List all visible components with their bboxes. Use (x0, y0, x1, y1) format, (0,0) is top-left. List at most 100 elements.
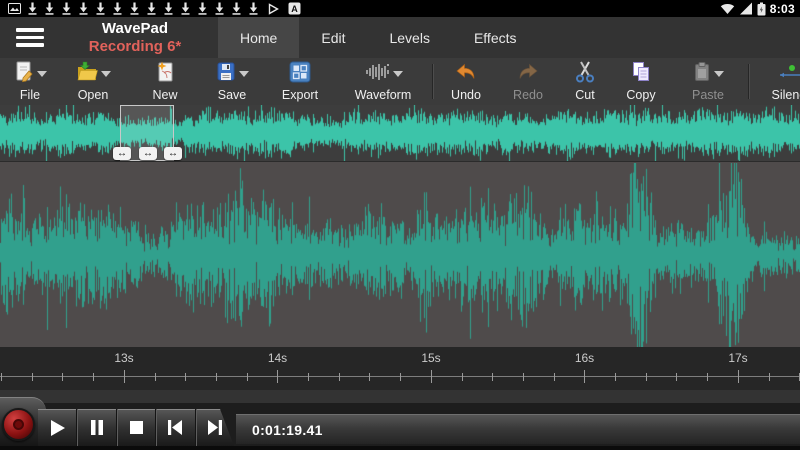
ruler-minor-tick (554, 373, 555, 381)
chevron-down-icon (101, 71, 111, 77)
home-toolbar: File Open New Save Export (0, 58, 800, 105)
download-icon (163, 2, 174, 15)
ruler-minor-tick (615, 373, 616, 381)
paste-clipboard-icon (693, 61, 711, 83)
tab-edit[interactable]: Edit (299, 17, 367, 58)
ruler-minor-tick (339, 373, 340, 381)
open-folder-icon (76, 61, 98, 83)
paste-button[interactable]: Paste (680, 60, 736, 103)
ruler-label: 17s (728, 351, 747, 365)
ruler-label: 15s (421, 351, 440, 365)
pause-icon (90, 419, 104, 436)
cut-button[interactable]: Cut (564, 60, 606, 103)
ruler-gap-strip (0, 390, 800, 403)
ruler-label: 14s (268, 351, 287, 365)
ribbon-tabs: Home Edit Levels Effects (218, 17, 539, 58)
hamburger-icon (16, 24, 44, 51)
stop-icon (129, 420, 144, 435)
ruler-minor-tick (247, 373, 248, 381)
copy-button[interactable]: Copy (616, 60, 666, 103)
ruler-minor-tick (308, 373, 309, 381)
ruler-minor-tick (707, 373, 708, 381)
skip-back-button[interactable] (155, 409, 194, 446)
file-icon (14, 61, 34, 83)
undo-button[interactable]: Undo (442, 60, 490, 103)
ruler-minor-tick (216, 373, 217, 381)
silence-icon (779, 64, 800, 80)
ruler-minor-tick (369, 373, 370, 381)
silence-button[interactable]: Silence (762, 60, 800, 103)
open-button[interactable]: Open (66, 60, 120, 103)
chevron-down-icon (37, 71, 47, 77)
record-button[interactable] (2, 408, 35, 441)
file-button[interactable]: File (4, 60, 56, 103)
new-button[interactable]: New (142, 60, 188, 103)
time-display-bar: 0:01:19.41 (236, 414, 800, 444)
document-title: Recording 6* (89, 38, 182, 55)
download-icon (78, 2, 89, 15)
title-block: WavePad Recording 6* (60, 17, 210, 58)
android-status-bar: A 8:03 (0, 0, 800, 17)
selection-handle-left[interactable]: ↔ (113, 147, 131, 160)
save-floppy-icon (216, 61, 236, 83)
tab-effects[interactable]: Effects (452, 17, 539, 58)
ruler-minor-tick (32, 373, 33, 381)
ruler-minor-tick (1, 373, 2, 381)
ruler-minor-tick (523, 373, 524, 381)
overview-waveform-strip[interactable]: ↔ ↔ ↔ (0, 105, 800, 162)
ruler-minor-tick (462, 373, 463, 381)
app-title: WavePad (102, 20, 168, 37)
save-button[interactable]: Save (206, 60, 258, 103)
stop-button[interactable] (116, 409, 155, 446)
undo-icon (455, 62, 477, 82)
waveform-button[interactable]: Waveform (346, 60, 420, 103)
battery-icon (757, 2, 766, 16)
chevron-down-icon (393, 71, 403, 77)
skip-back-icon (166, 419, 184, 436)
wavepad-app-window: A 8:03 WavePad Recording 6* Home Edit (0, 0, 800, 450)
skip-forward-icon (206, 419, 224, 436)
ruler-minor-tick (676, 373, 677, 381)
ruler-major-tick (738, 370, 739, 383)
transport-bar: 0:01:19.41 (0, 390, 800, 450)
transport-buttons-housing (38, 409, 234, 446)
time-ruler: 13s14s15s16s17s (0, 347, 800, 390)
skip-forward-button[interactable] (195, 409, 234, 446)
download-icons-group (27, 2, 259, 15)
pause-button[interactable] (76, 409, 115, 446)
app-header: WavePad Recording 6* Home Edit Levels Ef… (0, 17, 800, 58)
ruler-major-tick (584, 370, 585, 383)
redo-button[interactable]: Redo (504, 60, 552, 103)
toolbar-separator (748, 64, 750, 99)
export-icon (289, 61, 311, 83)
status-clock: 8:03 (770, 2, 795, 16)
download-icon (61, 2, 72, 15)
download-icon (146, 2, 157, 15)
main-waveform-canvas[interactable] (0, 163, 800, 347)
ruler-major-tick (431, 370, 432, 383)
play-outline-icon (268, 3, 279, 15)
menu-button[interactable] (0, 17, 60, 58)
selection-handle-middle[interactable]: ↔ (139, 147, 157, 160)
tab-levels[interactable]: Levels (367, 17, 451, 58)
play-button[interactable] (38, 409, 76, 446)
export-button[interactable]: Export (272, 60, 328, 103)
svg-text:A: A (291, 4, 298, 14)
notification-icons: A (0, 2, 301, 15)
new-file-icon (156, 61, 174, 83)
ruler-label: 16s (575, 351, 594, 365)
ruler-minor-tick (400, 373, 401, 381)
selection-handle-right[interactable]: ↔ (164, 147, 182, 160)
tab-home[interactable]: Home (218, 17, 299, 58)
ruler-minor-tick (492, 373, 493, 381)
main-waveform-view[interactable] (0, 163, 800, 347)
redo-icon (517, 62, 539, 82)
screenshot-icon (8, 3, 21, 14)
download-icon (44, 2, 55, 15)
chevron-down-icon (239, 71, 249, 77)
copy-icon (631, 61, 651, 83)
ruler-minor-tick (93, 373, 94, 381)
bottom-edge (0, 446, 800, 450)
play-icon (49, 419, 66, 437)
waveform-icon (364, 62, 390, 82)
